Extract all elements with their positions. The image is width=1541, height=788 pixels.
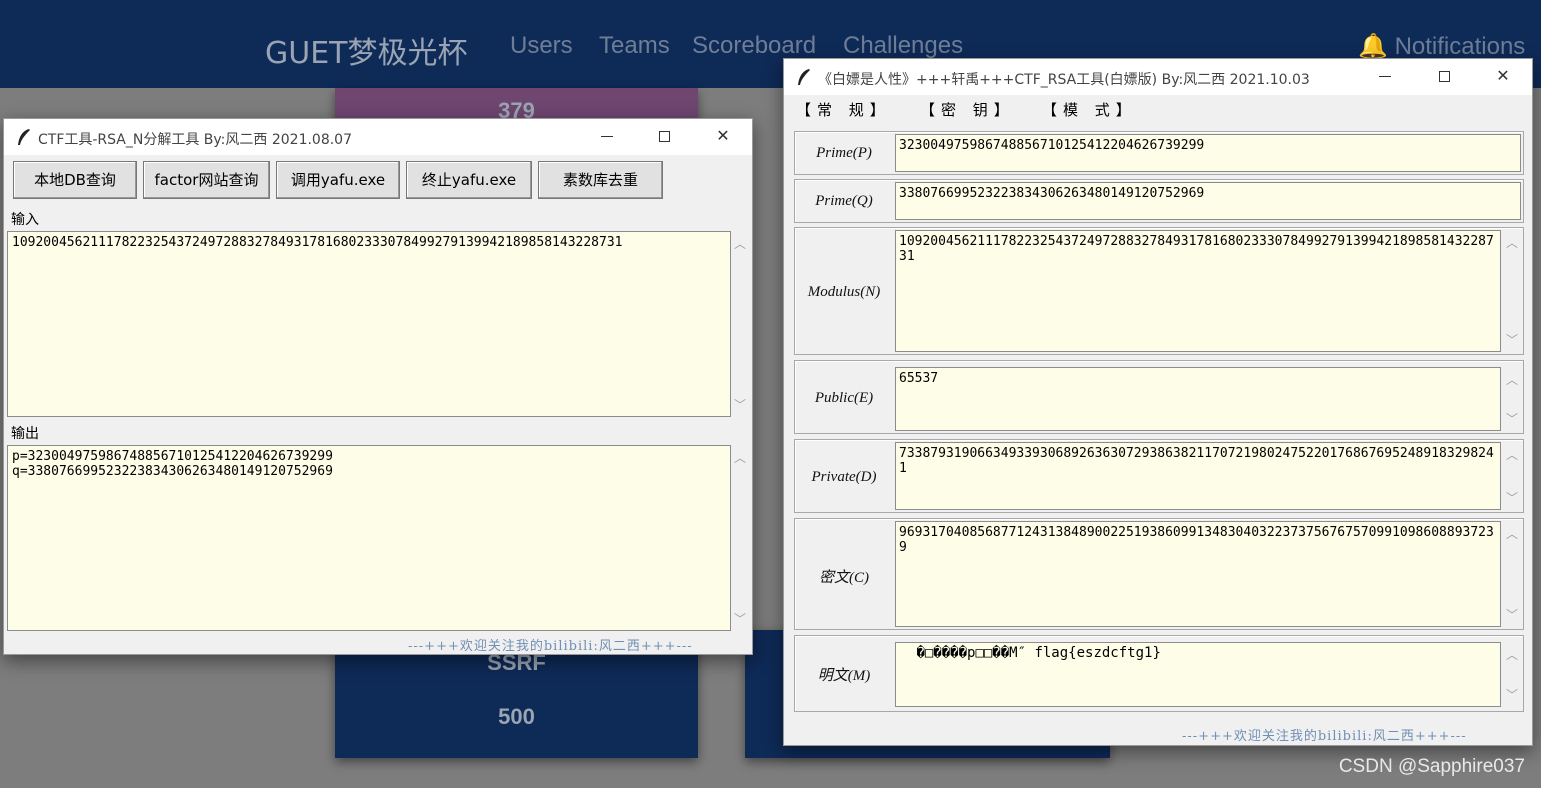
close-icon: ✕	[716, 128, 730, 145]
feather-icon	[18, 129, 30, 145]
field-row-d: Private(D) 73387931906634933930689263630…	[794, 439, 1524, 513]
local-db-query-button[interactable]: 本地DB查询	[13, 161, 137, 199]
minimize-icon	[601, 136, 613, 138]
challenge-card-value: 500	[498, 704, 535, 729]
chevron-down-icon[interactable]: ﹀	[1503, 606, 1521, 623]
prime-p-input[interactable]: 323004975986748856710125412204626739299	[895, 134, 1521, 172]
maximize-button[interactable]	[1429, 65, 1459, 89]
chevron-up-icon[interactable]: ︿	[1503, 646, 1521, 663]
notifications-label: Notifications	[1394, 33, 1526, 60]
scrollbar[interactable]: ︿ ﹀	[1503, 367, 1521, 431]
input-scrollbar[interactable]: ︿ ﹀	[731, 231, 749, 417]
scrollbar[interactable]: ︿ ﹀	[1503, 442, 1521, 510]
bell-icon: 🔔	[1358, 33, 1388, 60]
close-icon: ✕	[1496, 68, 1510, 85]
chevron-up-icon[interactable]: ︿	[731, 235, 749, 252]
chevron-up-icon[interactable]: ︿	[1503, 371, 1521, 388]
output-scrollbar[interactable]: ︿ ﹀	[731, 445, 749, 631]
maximize-icon	[658, 131, 670, 143]
field-row-q: Prime(Q) 3380766995232238343062634801491…	[794, 179, 1524, 223]
menu-general[interactable]: 【常 规】	[796, 99, 891, 120]
titlebar[interactable]: 《白嫖是人性》+++轩禹+++CTF_RSA工具(白嫖版) By:风二西 202…	[784, 59, 1532, 95]
menu-key[interactable]: 【密 钥】	[920, 99, 1015, 120]
scrollbar[interactable]: ︿ ﹀	[1503, 230, 1521, 352]
scrollbar[interactable]: ︿ ﹀	[1503, 521, 1521, 627]
close-button[interactable]: ✕	[1488, 65, 1518, 89]
modulus-n-input[interactable]: 1092004562111782232543724972883278493178…	[895, 230, 1501, 352]
output-label: 输出	[11, 426, 39, 442]
field-label: 密文(C)	[819, 570, 869, 586]
window-title: 《白嫖是人性》+++轩禹+++CTF_RSA工具(白嫖版) By:风二西 202…	[818, 72, 1310, 88]
chevron-down-icon[interactable]: ﹀	[1503, 686, 1521, 703]
prime-dedupe-button[interactable]: 素数库去重	[538, 161, 663, 199]
minimize-button[interactable]	[1370, 65, 1400, 89]
field-label: Modulus(N)	[807, 284, 881, 300]
footer-text: ---+++欢迎关注我的bilibili:风二西+++---	[408, 639, 693, 654]
nav-scoreboard[interactable]: Scoreboard	[692, 32, 816, 60]
factor-site-query-button[interactable]: factor网站查询	[143, 161, 270, 199]
nav-challenges[interactable]: Challenges	[843, 32, 963, 60]
chevron-up-icon[interactable]: ︿	[1503, 525, 1521, 542]
feather-icon	[798, 69, 810, 85]
maximize-button[interactable]	[649, 125, 679, 149]
prime-q-input[interactable]: 338076699523223834306263480149120752969	[895, 182, 1521, 220]
field-row-m: 明文(M) �□����p□□��M″ flag{eszdcftg1} ︿ ﹀	[794, 635, 1524, 712]
stop-yafu-button[interactable]: 终止yafu.exe	[406, 161, 532, 199]
output-textarea[interactable]: p=32300497598674885671012541220462673929…	[7, 445, 731, 631]
nav-users[interactable]: Users	[510, 32, 573, 60]
field-label: Private(D)	[811, 469, 877, 485]
nav-notifications[interactable]: 🔔 Notifications	[1358, 32, 1525, 61]
scrollbar[interactable]: ︿ ﹀	[1503, 642, 1521, 707]
plaintext-output[interactable]: �□����p□□��M″ flag{eszdcftg1}	[895, 642, 1501, 707]
nav-teams[interactable]: Teams	[599, 32, 670, 60]
field-row-e: Public(E) 65537 ︿ ﹀	[794, 360, 1524, 434]
field-label: Prime(Q)	[815, 193, 873, 209]
field-row-p: Prime(P) 3230049759867488567101254122046…	[794, 131, 1524, 175]
menu-mode[interactable]: 【模 式】	[1042, 99, 1137, 120]
field-row-c: 密文(C) 9693170408568771243138489002251938…	[794, 518, 1524, 630]
rsa-tool-window: 《白嫖是人性》+++轩禹+++CTF_RSA工具(白嫖版) By:风二西 202…	[783, 58, 1533, 746]
run-yafu-button[interactable]: 调用yafu.exe	[276, 161, 400, 199]
chevron-up-icon[interactable]: ︿	[731, 449, 749, 466]
close-button[interactable]: ✕	[708, 125, 738, 149]
menubar: 【常 规】 【密 钥】 【模 式】	[784, 95, 1532, 121]
chevron-up-icon[interactable]: ︿	[1503, 234, 1521, 251]
chevron-down-icon[interactable]: ﹀	[1503, 489, 1521, 506]
minimize-button[interactable]	[592, 125, 622, 149]
maximize-icon	[1438, 71, 1450, 83]
chevron-down-icon[interactable]: ﹀	[731, 610, 749, 627]
field-label: 明文(M)	[817, 668, 871, 684]
titlebar[interactable]: CTF工具-RSA_N分解工具 By:风二西 2021.08.07 ✕	[4, 119, 752, 155]
field-label: Prime(P)	[816, 145, 872, 161]
factor-tool-window: CTF工具-RSA_N分解工具 By:风二西 2021.08.07 ✕ 本地DB…	[3, 118, 753, 655]
field-label: Public(E)	[814, 390, 874, 406]
field-row-n: Modulus(N) 10920045621117822325437249728…	[794, 227, 1524, 355]
minimize-icon	[1379, 76, 1391, 78]
ciphertext-input[interactable]: 9693170408568771243138489002251938609913…	[895, 521, 1501, 627]
chevron-down-icon[interactable]: ﹀	[731, 396, 749, 413]
public-e-input[interactable]: 65537	[895, 367, 1501, 431]
private-d-input[interactable]: 7338793190663493393068926363072938638211…	[895, 442, 1501, 510]
window-title: CTF工具-RSA_N分解工具 By:风二西 2021.08.07	[38, 132, 353, 148]
chevron-down-icon[interactable]: ﹀	[1503, 410, 1521, 427]
footer-text: ---+++欢迎关注我的bilibili:风二西+++---	[1182, 729, 1467, 744]
input-textarea[interactable]: 1092004562111782232543724972883278493178…	[7, 231, 731, 417]
csdn-watermark: CSDN @Sapphire037	[1338, 756, 1525, 777]
ctfd-brand[interactable]: GUET梦极光杯	[265, 28, 468, 72]
input-label: 输入	[11, 212, 39, 228]
chevron-down-icon[interactable]: ﹀	[1503, 331, 1521, 348]
chevron-up-icon[interactable]: ︿	[1503, 446, 1521, 463]
